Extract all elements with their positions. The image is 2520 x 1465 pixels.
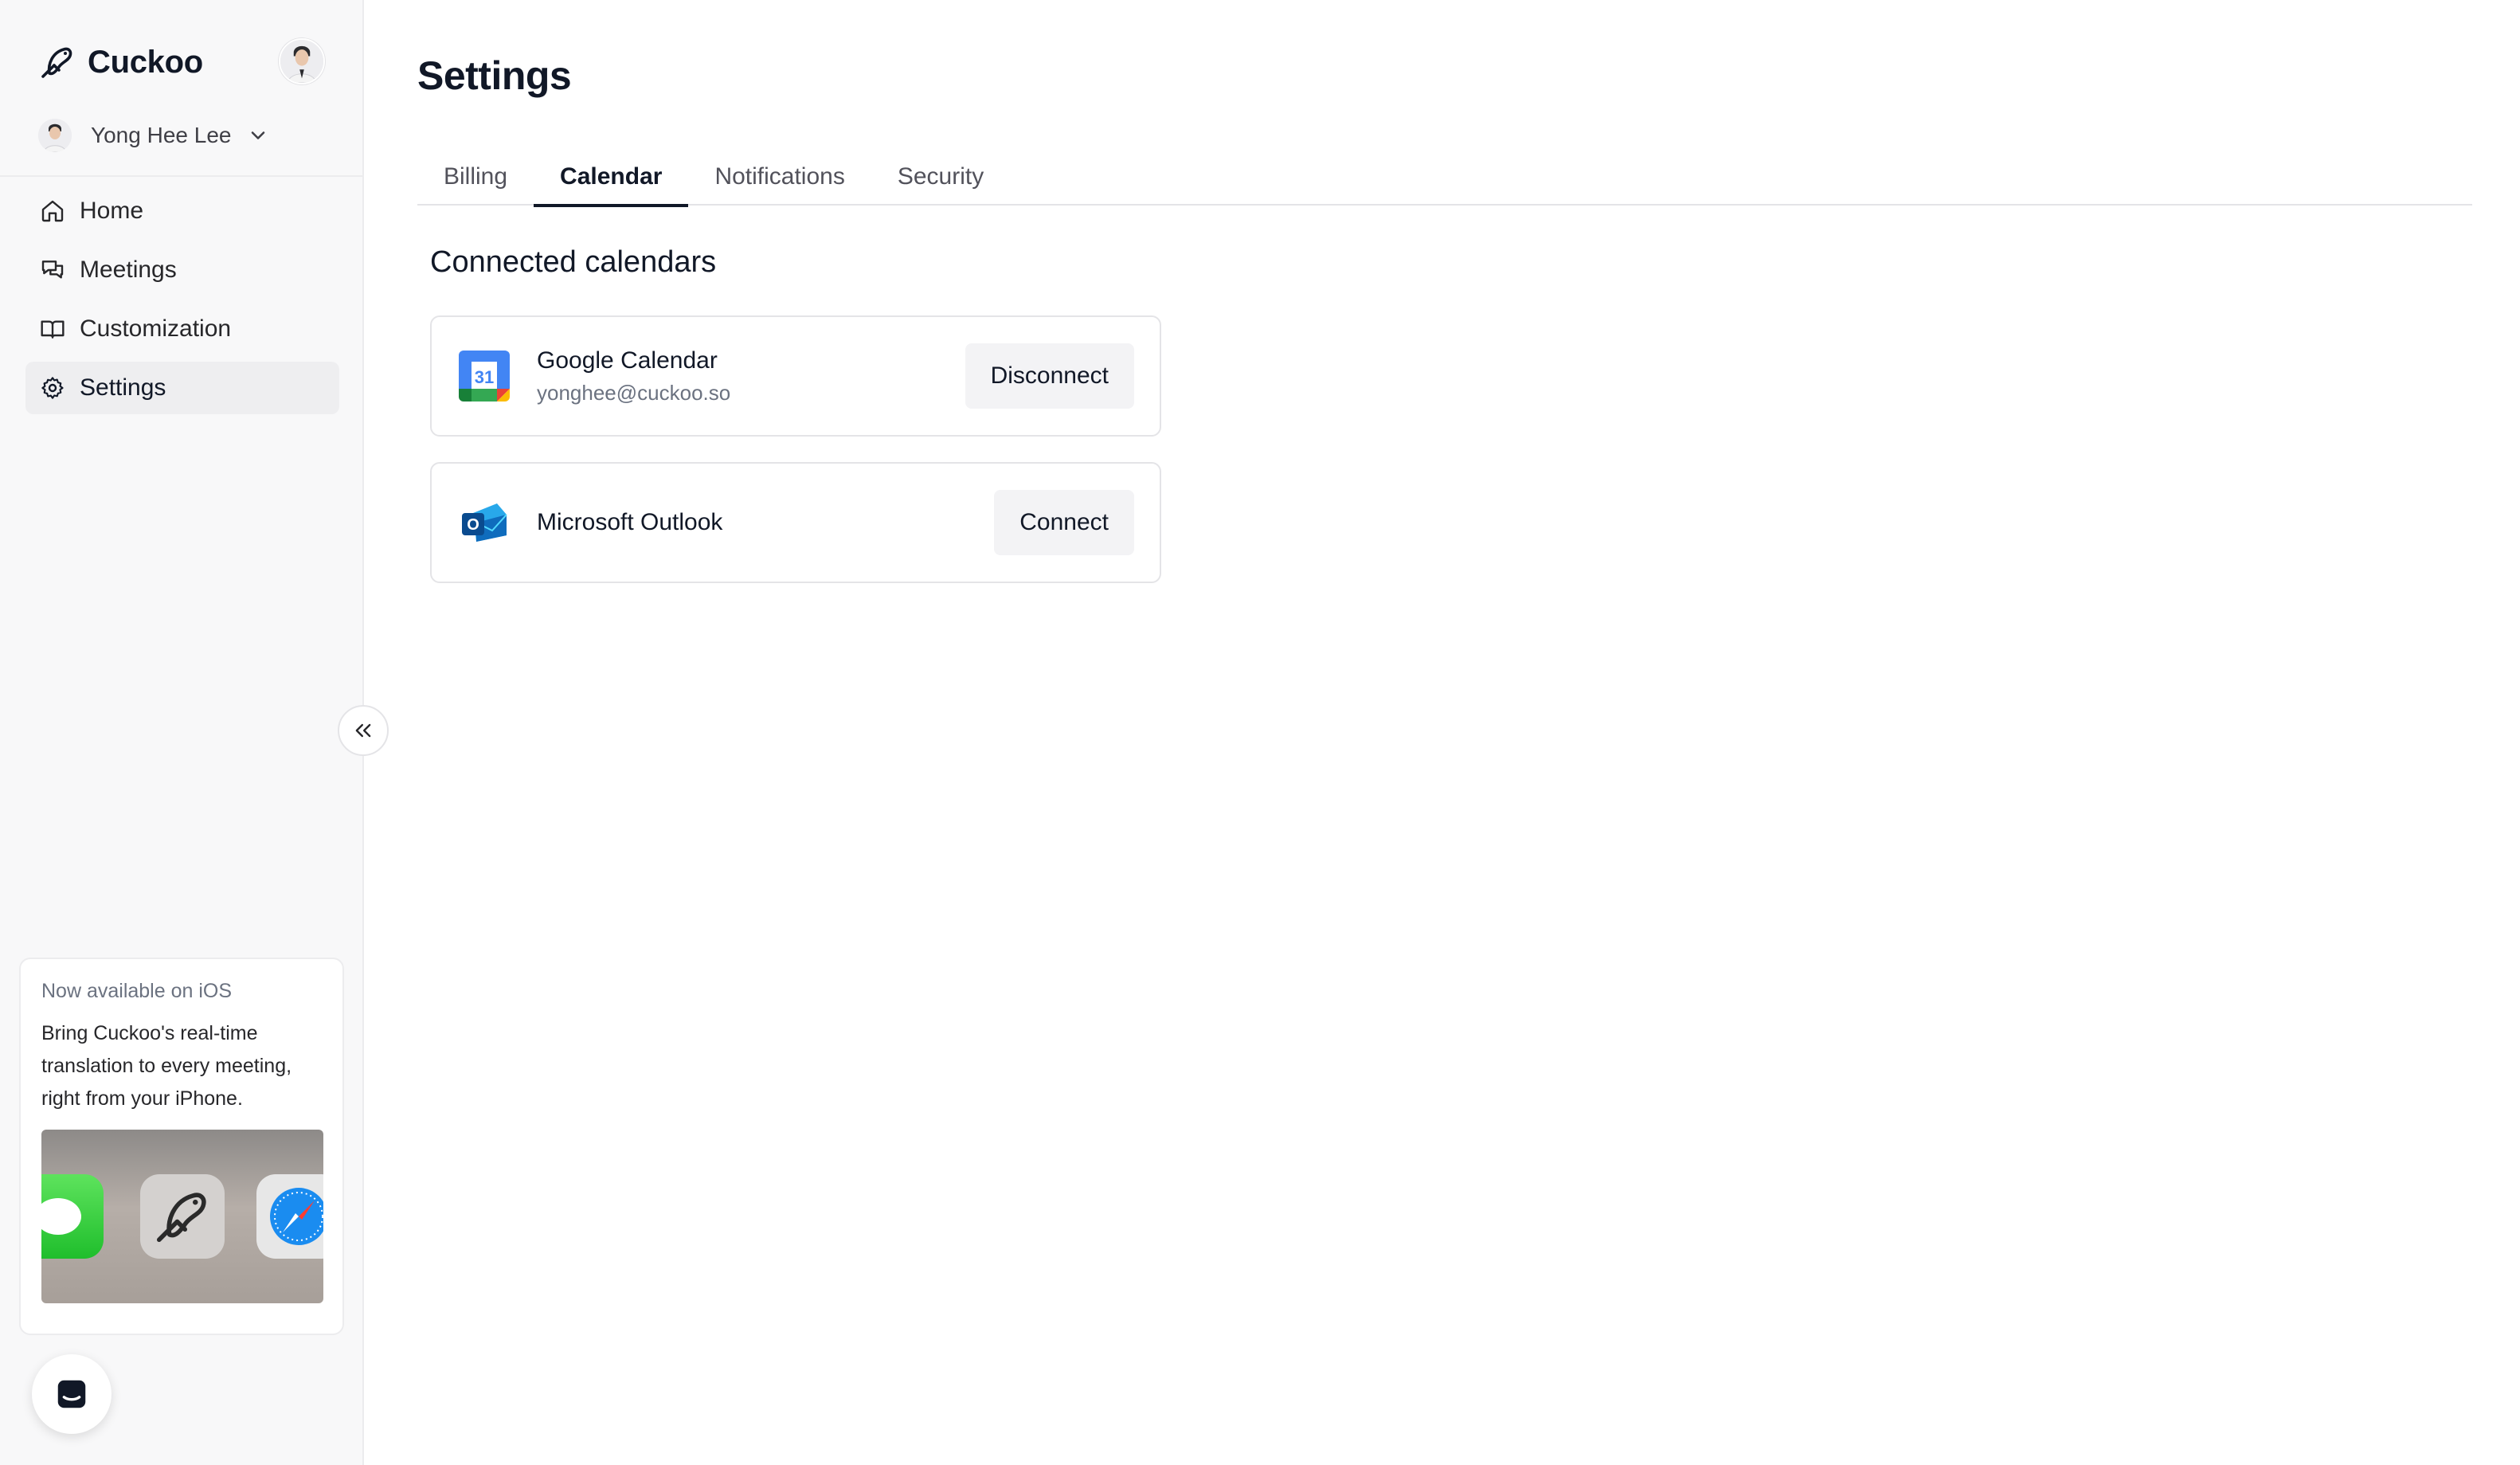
promo-body: Bring Cuckoo's real-time translation to … <box>41 1022 292 1110</box>
collapse-sidebar-button[interactable] <box>338 705 389 756</box>
sidebar-nav: Home Meetings Customization Settings <box>25 185 339 421</box>
svg-text:31: 31 <box>475 367 494 387</box>
calendar-card-google: 31 Google Calendar yonghee@cuckoo.so Dis… <box>430 315 1161 437</box>
sidebar-item-label: Meetings <box>80 257 177 283</box>
svg-text:O: O <box>467 516 479 534</box>
sidebar: Cuckoo Yong Hee Lee Home Meetings Custom… <box>0 0 364 1465</box>
sidebar-item-label: Customization <box>80 315 232 342</box>
sidebar-item-settings[interactable]: Settings <box>25 362 339 414</box>
calendar-email: yonghee@cuckoo.so <box>537 380 731 405</box>
cuckoo-logo-icon <box>41 47 72 78</box>
sidebar-item-label: Settings <box>80 374 166 401</box>
user-name: Yong Hee Lee <box>91 123 232 147</box>
chat-bubbles-icon <box>41 260 64 279</box>
chevron-down-icon <box>252 131 265 139</box>
ios-promo-card[interactable]: Now available on iOS Bring Cuckoo's real… <box>19 958 344 1335</box>
avatar[interactable] <box>279 38 325 84</box>
person-avatar-icon <box>280 40 323 83</box>
disconnect-google-button[interactable]: Disconnect <box>965 343 1134 409</box>
calendar-card-outlook: O Microsoft Outlook Connect <box>430 462 1161 583</box>
tab-billing[interactable]: Billing <box>417 148 534 206</box>
section-title: Connected calendars <box>430 245 717 279</box>
messages-app-icon <box>41 1174 104 1259</box>
google-calendar-icon: 31 <box>459 351 510 402</box>
promo-kicker: Now available on iOS <box>41 980 233 1002</box>
person-avatar-icon <box>38 119 72 152</box>
outlook-icon: O <box>462 503 507 542</box>
settings-tabs: Billing Calendar Notifications Security <box>417 148 2472 207</box>
page-title: Settings <box>417 53 572 98</box>
sidebar-item-home[interactable]: Home <box>25 185 339 237</box>
sidebar-item-meetings[interactable]: Meetings <box>25 244 339 296</box>
calendar-name: Google Calendar <box>537 347 718 374</box>
support-chat-button[interactable] <box>32 1354 112 1434</box>
gear-icon <box>41 377 64 399</box>
calendar-info: Google Calendar yonghee@cuckoo.so <box>537 347 965 405</box>
home-icon <box>41 200 64 222</box>
chevrons-left-icon <box>355 723 371 738</box>
promo-image <box>41 1130 323 1303</box>
chat-icon <box>57 1380 86 1408</box>
book-icon <box>41 320 65 339</box>
sidebar-divider <box>0 175 362 177</box>
tab-security[interactable]: Security <box>871 148 1010 206</box>
tab-calendar[interactable]: Calendar <box>534 148 689 207</box>
brand-name: Cuckoo <box>88 44 203 80</box>
calendar-info: Microsoft Outlook <box>537 509 994 536</box>
user-switcher[interactable]: Yong Hee Lee <box>38 116 269 155</box>
calendar-name: Microsoft Outlook <box>537 509 723 535</box>
connect-outlook-button[interactable]: Connect <box>994 490 1134 555</box>
sidebar-item-label: Home <box>80 198 144 224</box>
sidebar-item-customization[interactable]: Customization <box>25 303 339 355</box>
user-avatar <box>38 119 72 152</box>
brand[interactable]: Cuckoo <box>38 40 203 84</box>
tab-notifications[interactable]: Notifications <box>688 148 871 206</box>
safari-app-icon <box>256 1174 323 1259</box>
cuckoo-app-icon <box>140 1174 225 1259</box>
